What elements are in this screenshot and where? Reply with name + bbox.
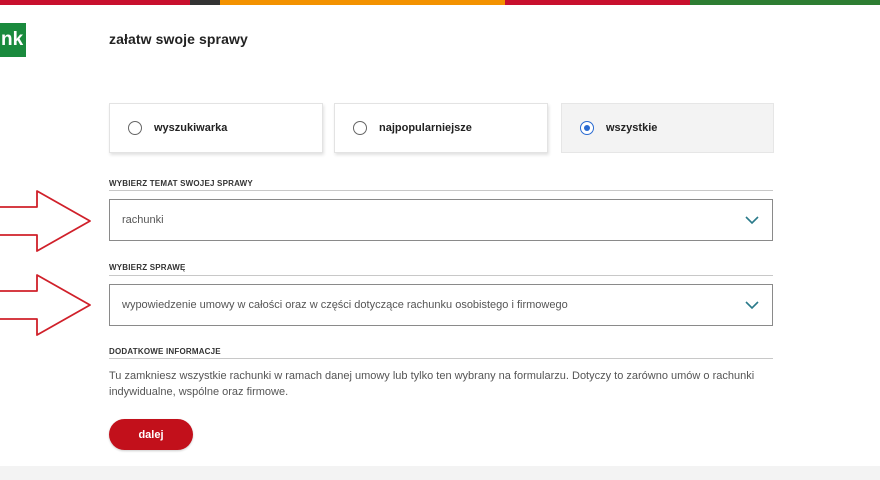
matter-label: WYBIERZ SPRAWĘ [109, 263, 186, 272]
tab-label: wszystkie [606, 122, 658, 134]
page-title: załatw swoje sprawy [109, 31, 248, 47]
tab-label: najpopularniejsze [379, 122, 472, 134]
annotation-arrow-icon [0, 190, 91, 252]
divider [109, 358, 773, 359]
matter-select[interactable]: wypowiedzenie umowy w całości oraz w czę… [109, 284, 773, 326]
radio-unchecked-icon[interactable] [353, 121, 367, 135]
divider [109, 275, 773, 276]
next-button[interactable]: dalej [109, 419, 193, 450]
additional-info-label: DODATKOWE INFORMACJE [109, 347, 221, 356]
radio-checked-icon[interactable] [580, 121, 594, 135]
chevron-down-icon[interactable] [744, 297, 760, 313]
footer-band [0, 466, 880, 480]
topic-select-value: rachunki [122, 214, 164, 226]
annotation-arrow-icon [0, 274, 91, 336]
topic-label: WYBIERZ TEMAT SWOJEJ SPRAWY [109, 179, 253, 188]
brand-stripe [0, 0, 880, 5]
tab-label: wyszukiwarka [154, 122, 228, 134]
tab-wszystkie[interactable]: wszystkie [561, 103, 774, 153]
chevron-down-icon[interactable] [744, 212, 760, 228]
tab-wyszukiwarka[interactable]: wyszukiwarka [109, 103, 323, 153]
radio-unchecked-icon[interactable] [128, 121, 142, 135]
divider [109, 190, 773, 191]
topic-select[interactable]: rachunki [109, 199, 773, 241]
tab-najpopularniejsze[interactable]: najpopularniejsze [334, 103, 548, 153]
additional-info-text: Tu zamkniesz wszystkie rachunki w ramach… [109, 370, 755, 398]
bank-logo[interactable]: nk [0, 23, 26, 57]
matter-select-value: wypowiedzenie umowy w całości oraz w czę… [122, 299, 568, 311]
